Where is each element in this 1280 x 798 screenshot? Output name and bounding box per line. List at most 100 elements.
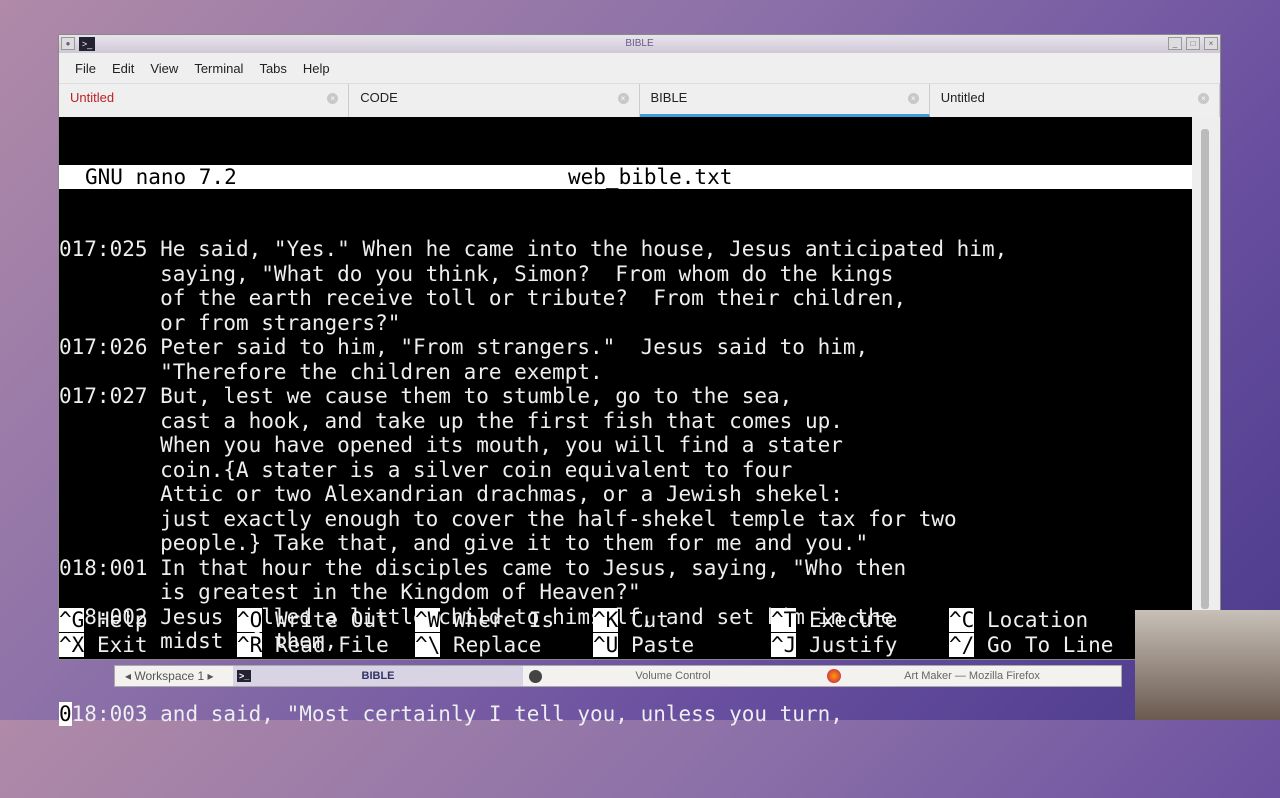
- shortcut-location[interactable]: ^C Location: [949, 608, 1127, 633]
- nano-status-bar: GNU nano 7.2 web_bible.txt: [59, 165, 1192, 189]
- shortcut-key: ^J: [771, 632, 797, 657]
- menu-view[interactable]: View: [142, 61, 186, 76]
- text-line: 017:026 Peter said to him, "From strange…: [59, 335, 869, 359]
- text-line: Attic or two Alexandrian drachmas, or a …: [59, 482, 843, 506]
- text-line: "Therefore the children are exempt.: [59, 359, 603, 384]
- shortcut-key: ^U: [593, 632, 619, 657]
- taskbar: ◂ Workspace 1 ▸ >_ BIBLE Volume Control A…: [114, 665, 1122, 687]
- window-menu-button[interactable]: ●: [61, 37, 75, 50]
- text-line: 017:027 But, lest we cause them to stumb…: [59, 384, 793, 408]
- shortcut-row: ^X Exit ^R Read File ^\ Replace ^U Paste ^J …: [59, 632, 1127, 658]
- shortcut-read-file[interactable]: ^R Read File: [237, 632, 415, 658]
- shortcut-justify[interactable]: ^J Justify: [771, 632, 949, 658]
- maximize-button[interactable]: □: [1186, 37, 1200, 50]
- text-line: cast a hook, and take up the first fish …: [59, 408, 843, 433]
- shortcut-label: Go To Line: [986, 632, 1114, 657]
- taskbar-item-bible[interactable]: >_ BIBLE: [233, 666, 523, 686]
- shortcut-label: Cut: [630, 608, 669, 632]
- scrollbar[interactable]: [1192, 117, 1220, 661]
- menu-file[interactable]: File: [67, 61, 104, 76]
- shortcut-where-is[interactable]: ^W Where Is: [415, 608, 593, 633]
- minimize-button[interactable]: _: [1168, 37, 1182, 50]
- nano-version: GNU nano 7.2: [85, 165, 237, 189]
- close-tab-icon[interactable]: ×: [327, 93, 339, 104]
- text-line: 017:025 He said, "Yes." When he came int…: [59, 237, 1008, 261]
- taskbar-item-volume-control[interactable]: Volume Control: [523, 666, 823, 686]
- menu-bar: File Edit View Terminal Tabs Help: [59, 53, 1220, 83]
- text-line: just exactly enough to cover the half-sh…: [59, 506, 957, 531]
- close-tab-icon[interactable]: ×: [617, 93, 629, 104]
- tab-untitled-1[interactable]: Untitled ×: [59, 84, 350, 117]
- text-line: of the earth receive toll or tribute? Fr…: [59, 286, 907, 310]
- text-line: 018:001 In that hour the disciples came …: [59, 555, 907, 580]
- firefox-icon: [827, 669, 841, 683]
- close-tab-icon[interactable]: ×: [1198, 93, 1209, 104]
- shortcut-key: ^W: [415, 608, 441, 632]
- menu-tabs[interactable]: Tabs: [251, 61, 294, 76]
- shortcut-label: Paste: [630, 632, 695, 657]
- shortcut-key: ^C: [949, 608, 975, 632]
- terminal-icon: >_: [79, 37, 95, 51]
- shortcut-go-to-line[interactable]: ^/ Go To Line: [949, 632, 1127, 658]
- tab-label: Untitled: [940, 90, 985, 105]
- nano-editor[interactable]: GNU nano 7.2 web_bible.txt 017:025 He sai…: [59, 117, 1192, 726]
- taskbar-item-firefox[interactable]: Art Maker — Mozilla Firefox: [823, 666, 1121, 686]
- text-cursor: 0: [59, 701, 72, 726]
- tab-bible[interactable]: BIBLE ×: [639, 84, 930, 117]
- shortcut-exit[interactable]: ^X Exit: [59, 632, 237, 658]
- text-line-cursor: 018:003 and said, "Most certainly I tell…: [59, 701, 1192, 727]
- tab-bar: Untitled × CODE × BIBLE × Untitled ×: [59, 83, 1220, 117]
- menu-terminal[interactable]: Terminal: [186, 61, 251, 76]
- text-line: people.} Take that, and give it to them …: [59, 531, 869, 555]
- shortcut-label: Location: [986, 608, 1089, 632]
- workspace-label: Workspace 1: [134, 669, 205, 683]
- menu-help[interactable]: Help: [295, 61, 338, 76]
- shortcut-key: ^X: [59, 632, 85, 657]
- text-line: saying, "What do you think, Simon? From …: [59, 261, 894, 286]
- shortcut-bar: ^G Help ^O Write Out ^W Where Is ^K Cut ^T E…: [59, 608, 1127, 657]
- shortcut-label: Exit: [96, 632, 148, 657]
- shortcut-execute[interactable]: ^T Execute: [771, 608, 949, 633]
- close-tab-icon[interactable]: ×: [907, 93, 919, 104]
- volume-icon: [529, 669, 542, 683]
- shortcut-key: ^\: [415, 632, 441, 657]
- tab-label: BIBLE: [650, 90, 688, 105]
- tab-label: Untitled: [70, 90, 115, 105]
- scrollbar-thumb[interactable]: [1201, 129, 1209, 609]
- taskbar-label: Volume Control: [635, 670, 711, 682]
- terminal-icon: >_: [237, 670, 252, 682]
- shortcut-label: Read File: [274, 632, 389, 657]
- shortcut-replace[interactable]: ^\ Replace: [415, 632, 593, 658]
- shortcut-paste[interactable]: ^U Paste: [593, 632, 771, 658]
- title-bar: ● >_ BIBLE _ □ ×: [59, 35, 1220, 53]
- shortcut-key: ^O: [237, 608, 263, 632]
- close-button[interactable]: ×: [1204, 37, 1218, 50]
- shortcut-label: Write Out: [274, 608, 389, 632]
- shortcut-label: Justify: [808, 632, 898, 657]
- taskbar-label: BIBLE: [361, 670, 395, 682]
- terminal-window: ● >_ BIBLE _ □ × File Edit View Terminal Ta…: [58, 34, 1221, 726]
- shortcut-help[interactable]: ^G Help: [59, 608, 237, 633]
- shortcut-label: Help: [96, 608, 148, 632]
- text-line: When you have opened its mouth, you will…: [59, 433, 843, 457]
- shortcut-write-out[interactable]: ^O Write Out: [237, 608, 415, 633]
- shortcut-cut[interactable]: ^K Cut: [593, 608, 771, 633]
- line-text: 18:003 and said, "Most certainly I tell …: [71, 701, 843, 726]
- shortcut-label: Execute: [808, 608, 898, 632]
- shortcut-key: ^K: [593, 608, 619, 632]
- text-line: is greatest in the Kingdom of Heaven?": [59, 580, 641, 604]
- menu-edit[interactable]: Edit: [104, 61, 142, 76]
- tab-label: CODE: [360, 90, 398, 105]
- webcam-overlay: [1135, 610, 1280, 720]
- text-line: coin.{A stater is a silver coin equivale…: [59, 457, 793, 482]
- tab-untitled-2[interactable]: Untitled ×: [930, 84, 1220, 117]
- workspace-switcher[interactable]: ◂ Workspace 1 ▸: [115, 669, 233, 683]
- text-line: or from strangers?": [59, 310, 401, 335]
- window-title: BIBLE: [625, 38, 654, 49]
- shortcut-key: ^G: [59, 608, 85, 632]
- shortcut-row: ^G Help ^O Write Out ^W Where Is ^K Cut ^T E…: [59, 608, 1127, 633]
- file-name: web_bible.txt: [568, 165, 733, 189]
- shortcut-label: Where Is: [452, 608, 555, 632]
- tab-code[interactable]: CODE ×: [349, 84, 640, 117]
- shortcut-key: ^/: [949, 632, 975, 657]
